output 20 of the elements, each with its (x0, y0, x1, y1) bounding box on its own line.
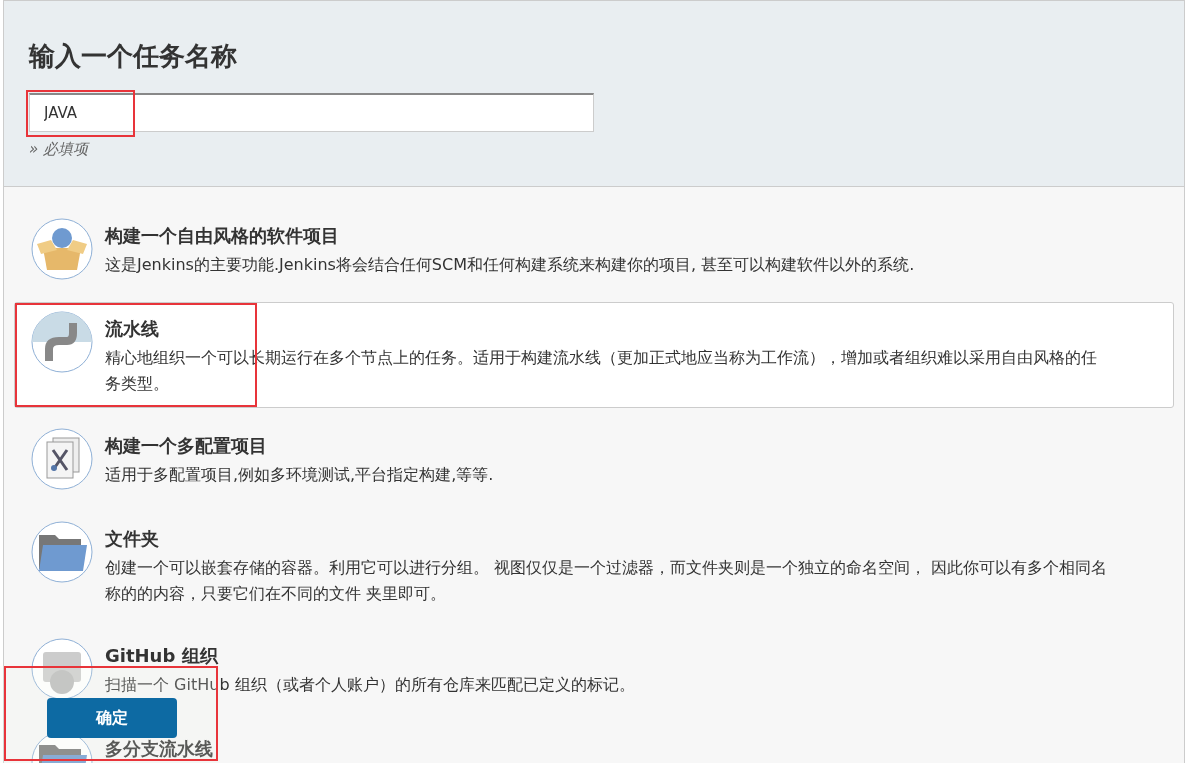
job-type-option[interactable]: 构建一个多配置项目 适用于多配置项目,例如多环境测试,平台指定构建,等等. (14, 419, 1174, 501)
option-title: 构建一个多配置项目 (105, 434, 268, 458)
option-description: 适用于多配置项目,例如多环境测试,平台指定构建,等等. (105, 464, 495, 486)
name-field[interactable]: JAVA (29, 93, 594, 132)
option-title: 构建一个自由风格的软件项目 (105, 224, 340, 248)
ok-button[interactable]: 确定 (47, 698, 177, 738)
page-title: 输入一个任务名称 (29, 40, 238, 73)
box-icon (31, 218, 93, 280)
tools-icon (31, 428, 93, 490)
required-hint: » 必填项 (29, 140, 91, 159)
job-type-option[interactable]: 文件夹 创建一个可以嵌套存储的容器。利用它可以进行分组。 视图仅仅是一个过滤器，而文件夹则是一个独立的命名空间， 因此你可以有多个相同名称的的内容，只要它们在不同的文件 夹里即可。 (14, 512, 1174, 618)
folder-icon (31, 521, 93, 583)
job-type-option[interactable]: 构建一个自由风格的软件项目 这是Jenkins的主要功能.Jenkins将会结合任何SCM和任何构建系统来构建你的项目, 甚至可以构建软件以外的系统. (14, 209, 1174, 291)
option-title: 多分支流水线 (105, 737, 214, 761)
option-description: 这是Jenkins的主要功能.Jenkins将会结合任何SCM和任何构建系统来构建你的项目, 甚至可以构建软件以外的系统. (105, 254, 916, 276)
pipe-icon (31, 311, 93, 373)
option-title: 文件夹 (105, 527, 160, 551)
option-title: 流水线 (105, 317, 160, 341)
option-description: 创建一个可以嵌套存储的容器。利用它可以进行分组。 视图仅仅是一个过滤器，而文件夹则是一个独立的命名空间， 因此你可以有多个相同名称的的内容，只要它们在不同的文件 夹里即可。 (105, 557, 1109, 605)
option-title: GitHub 组织 (105, 644, 220, 668)
